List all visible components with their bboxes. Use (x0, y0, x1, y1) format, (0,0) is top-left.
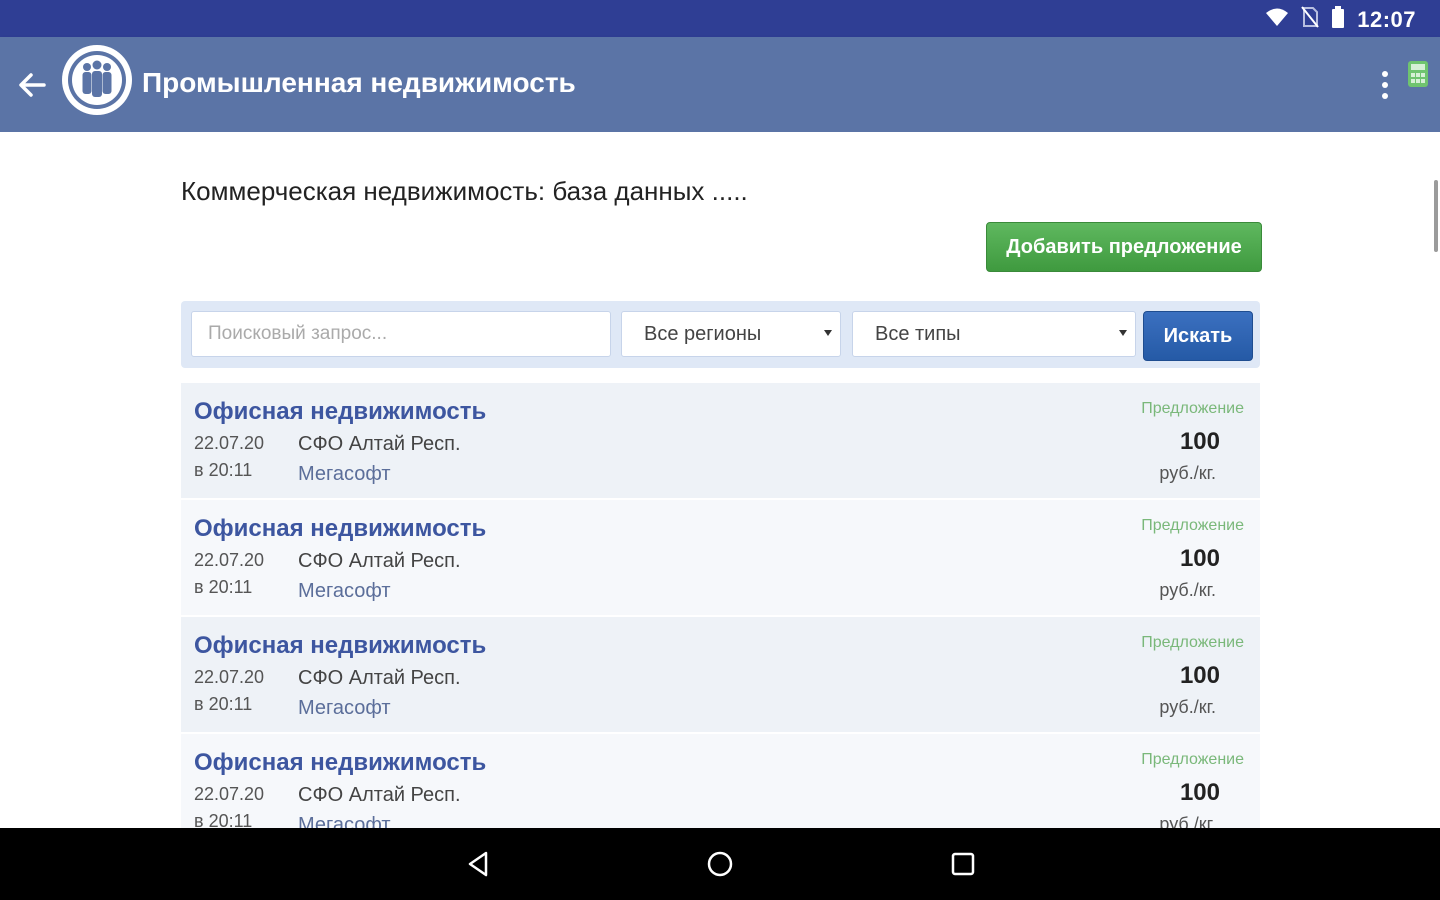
listing-date: 22.07.20 (194, 433, 265, 453)
nav-recents-icon[interactable] (947, 848, 979, 880)
navigation-bar (0, 828, 1440, 900)
listing-type: Предложение (1141, 634, 1244, 651)
back-arrow-icon[interactable] (14, 67, 50, 103)
app-title: Промышленная недвижимость (142, 67, 576, 98)
listing-price: 100 (1179, 662, 1220, 689)
listings-list: Офисная недвижимость 22.07.20 в 20:11 СФ… (181, 383, 1260, 828)
listing-company[interactable]: Мегасофт (298, 814, 391, 828)
listing-type: Предложение (1141, 751, 1244, 768)
listing-time: в 20:11 (194, 577, 253, 597)
listing-title[interactable]: Офисная недвижимость (194, 515, 486, 543)
region-select-value: Все регионы (644, 322, 762, 345)
listing-unit: руб./кг. (1159, 463, 1216, 483)
region-select[interactable]: Все регионы (621, 311, 841, 357)
listing-price: 100 (1179, 779, 1220, 806)
listing-company[interactable]: Мегасофт (298, 697, 391, 720)
listing-title[interactable]: Офисная недвижимость (194, 749, 486, 777)
status-bar: 12:07 (0, 0, 1440, 37)
more-vert-icon[interactable] (1370, 67, 1400, 103)
calculator-icon[interactable] (1406, 59, 1430, 89)
main-content[interactable]: Коммерческая недвижимость: база данных .… (0, 132, 1440, 828)
listing-unit: руб./кг. (1159, 814, 1216, 828)
list-item[interactable]: Офисная недвижимость 22.07.20 в 20:11 СФ… (181, 734, 1260, 828)
listing-time: в 20:11 (194, 460, 253, 480)
list-item[interactable]: Офисная недвижимость 22.07.20 в 20:11 СФ… (181, 617, 1260, 732)
status-time: 12:07 (1357, 6, 1416, 32)
scrollbar[interactable] (1434, 180, 1438, 252)
nav-back-icon[interactable] (462, 848, 494, 880)
list-item[interactable]: Офисная недвижимость 22.07.20 в 20:11 СФ… (181, 500, 1260, 615)
listing-region: СФО Алтай Респ. (298, 784, 461, 806)
no-sim-icon (1301, 6, 1319, 33)
listing-price: 100 (1179, 545, 1220, 572)
listing-date: 22.07.20 (194, 667, 265, 687)
battery-icon (1331, 6, 1345, 33)
listing-region: СФО Алтай Респ. (298, 550, 461, 572)
listing-unit: руб./кг. (1159, 697, 1216, 717)
listing-date: 22.07.20 (194, 784, 265, 804)
listing-time: в 20:11 (194, 811, 253, 828)
listing-region: СФО Алтай Респ. (298, 433, 461, 455)
listing-time: в 20:11 (194, 694, 253, 714)
listing-company[interactable]: Мегасофт (298, 580, 391, 603)
page-heading: Коммерческая недвижимость: база данных .… (181, 176, 748, 206)
listing-region: СФО Алтай Респ. (298, 667, 461, 689)
listing-type: Предложение (1141, 517, 1244, 534)
search-button[interactable]: Искать (1143, 311, 1253, 361)
type-select[interactable]: Все типы (852, 311, 1136, 357)
list-item[interactable]: Офисная недвижимость 22.07.20 в 20:11 СФ… (181, 383, 1260, 498)
people-logo-icon (62, 45, 132, 115)
search-input[interactable]: Поисковый запрос... (191, 311, 611, 357)
listing-type: Предложение (1141, 400, 1244, 417)
wifi-icon (1265, 7, 1289, 32)
add-offer-button[interactable]: Добавить предложение (986, 222, 1262, 272)
listing-unit: руб./кг. (1159, 580, 1216, 600)
listing-title[interactable]: Офисная недвижимость (194, 632, 486, 660)
listing-price: 100 (1179, 428, 1220, 455)
caret-down-icon (824, 330, 832, 336)
search-panel: Поисковый запрос... Все регионы Все типы… (181, 301, 1260, 368)
app-bar: Промышленная недвижимость (0, 37, 1440, 132)
listing-date: 22.07.20 (194, 550, 265, 570)
type-select-value: Все типы (875, 322, 961, 345)
caret-down-icon (1119, 330, 1127, 336)
nav-home-icon[interactable] (704, 848, 736, 880)
listing-company[interactable]: Мегасофт (298, 463, 391, 486)
listing-title[interactable]: Офисная недвижимость (194, 398, 486, 426)
